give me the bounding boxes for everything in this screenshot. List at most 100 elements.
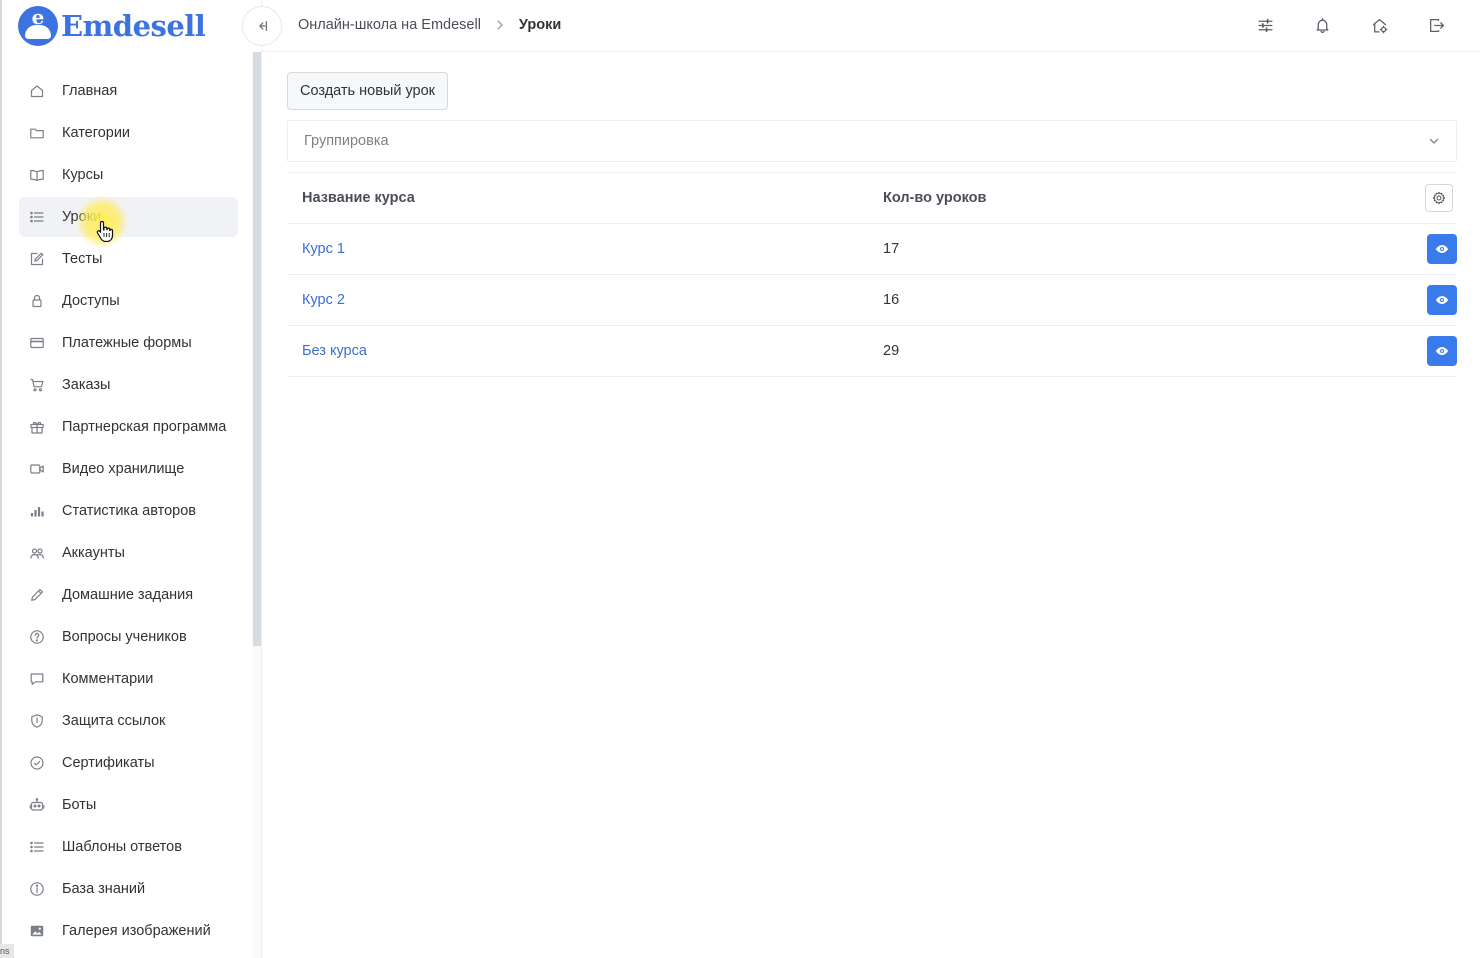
list-icon (29, 209, 45, 225)
settings-sliders-button[interactable] (1253, 13, 1277, 37)
certificate-icon (29, 755, 45, 771)
sidebar-item-label: Сертификаты (62, 755, 155, 771)
sidebar-item-image-gallery[interactable]: Галерея изображений (19, 911, 238, 951)
sidebar-item-label: Тесты (62, 251, 103, 267)
sidebar-item-home[interactable]: Главная (19, 71, 238, 111)
grouping-select[interactable]: Группировка (287, 120, 1457, 162)
logout-button[interactable] (1424, 13, 1448, 37)
breadcrumb-current: Уроки (518, 17, 562, 33)
pencil-icon (29, 587, 45, 603)
sidebar-item-video-storage[interactable]: Видео хранилище (19, 449, 238, 489)
course-name-link[interactable]: Курс 1 (302, 241, 345, 257)
logout-icon (1429, 18, 1444, 32)
sidebar-item-courses[interactable]: Курсы (19, 155, 238, 195)
course-name-link[interactable]: Курс 2 (302, 292, 345, 308)
comment-icon (29, 671, 45, 687)
table-row: Курс 1 17 (287, 224, 1457, 275)
users-icon (29, 545, 45, 561)
lock-icon (29, 293, 45, 309)
sidebar-item-author-stats[interactable]: Статистика авторов (19, 491, 238, 531)
eye-icon (1435, 245, 1449, 253)
list-icon (29, 839, 45, 855)
lesson-count: 29 (883, 343, 900, 359)
sidebar-nav: Главная Категории Курсы Уроки Тесты Доступы Пл… (19, 71, 238, 953)
sidebar-item-label: Доступы (62, 293, 120, 309)
sidebar-item-label: Комментарии (62, 671, 154, 687)
book-icon (29, 167, 45, 183)
sidebar-item-certificates[interactable]: Сертификаты (19, 743, 238, 783)
video-icon (29, 461, 45, 477)
sidebar-item-knowledge-base[interactable]: База знаний (19, 869, 238, 909)
sidebar-item-label: Боты (62, 797, 97, 813)
notifications-button[interactable] (1310, 13, 1334, 37)
sidebar-item-label: Аккаунты (62, 545, 125, 561)
sidebar-item-access[interactable]: Доступы (19, 281, 238, 321)
folder-icon (29, 125, 45, 141)
table-row: Курс 2 16 (287, 275, 1457, 326)
home-settings-icon (1372, 18, 1387, 33)
app-root: e Emdesell Главная Категории Курсы Уроки Тес… (0, 0, 1484, 958)
sidebar-item-label: Уроки (62, 209, 102, 225)
sidebar-item-orders[interactable]: Заказы (19, 365, 238, 405)
shield-icon (29, 713, 45, 729)
sidebar-item-affiliate[interactable]: Партнерская программа (19, 407, 238, 447)
sidebar-item-student-questions[interactable]: Вопросы учеников (19, 617, 238, 657)
logo-badge-icon: e (18, 6, 58, 46)
info-circle-icon (29, 881, 45, 897)
lesson-count: 16 (883, 292, 900, 308)
collapse-sidebar-button[interactable] (242, 6, 282, 46)
sidebar-item-bots[interactable]: Боты (19, 785, 238, 825)
sidebar-item-accounts[interactable]: Аккаунты (19, 533, 238, 573)
view-course-lessons-button[interactable] (1427, 285, 1457, 315)
lesson-count: 17 (883, 241, 900, 257)
sidebar-item-label: Вопросы учеников (62, 629, 187, 645)
gift-icon (29, 419, 45, 435)
sidebar-item-comments[interactable]: Комментарии (19, 659, 238, 699)
view-course-lessons-button[interactable] (1427, 234, 1457, 264)
sidebar-item-label: Статистика авторов (62, 503, 197, 519)
column-header-lesson-count[interactable]: Кол-во уроков (883, 190, 986, 206)
eye-icon (1435, 347, 1449, 355)
sidebar-item-categories[interactable]: Категории (19, 113, 238, 153)
table-row: Без курса 29 (287, 326, 1457, 377)
eye-icon (1435, 296, 1449, 304)
sidebar-scrollbar-thumb[interactable] (253, 52, 261, 646)
sidebar-item-label: Галерея изображений (62, 923, 211, 939)
gear-icon (1432, 191, 1446, 205)
sidebar-item-label: База знаний (62, 881, 146, 897)
grouping-placeholder: Группировка (304, 133, 389, 149)
chevron-down-icon (1428, 135, 1440, 147)
question-circle-icon (29, 629, 45, 645)
sidebar-item-homework[interactable]: Домашние задания (19, 575, 238, 615)
image-icon (29, 923, 45, 939)
sidebar-item-payment-forms[interactable]: Платежные формы (19, 323, 238, 363)
school-settings-button[interactable] (1367, 13, 1391, 37)
collapse-arrow-icon (259, 21, 267, 31)
edit-icon (29, 251, 45, 267)
chevron-right-icon (494, 19, 506, 31)
sidebar-item-label: Курсы (62, 167, 104, 183)
sidebar-item-lessons[interactable]: Уроки (19, 197, 238, 237)
column-header-course-name[interactable]: Название курса (302, 190, 415, 206)
header-actions (1220, 0, 1448, 50)
sidebar-item-label: Партнерская программа (62, 419, 227, 435)
top-header: Онлайн-школа на Emdesell Уроки (242, 0, 1480, 52)
sidebar-item-reply-templates[interactable]: Шаблоны ответов (19, 827, 238, 867)
credit-card-icon (29, 335, 45, 351)
breadcrumb-parent-link[interactable]: Онлайн-школа на Emdesell (298, 17, 481, 33)
brand-logo[interactable]: e Emdesell (18, 6, 206, 46)
home-icon (29, 83, 45, 99)
create-lesson-button[interactable]: Создать новый урок (287, 72, 449, 110)
sidebar-item-label: Домашние задания (62, 587, 194, 603)
cart-icon (29, 377, 45, 393)
view-course-lessons-button[interactable] (1427, 336, 1457, 366)
sidebar-item-label: Платежные формы (62, 335, 192, 351)
sidebar-item-tests[interactable]: Тесты (19, 239, 238, 279)
sliders-icon (1257, 18, 1273, 32)
course-name-link[interactable]: Без курса (302, 343, 367, 359)
bar-chart-icon (29, 503, 45, 519)
sidebar-item-link-protection[interactable]: Защита ссылок (19, 701, 238, 741)
corner-tag: ns (0, 944, 14, 958)
courses-table: Название курса Кол-во уроков Курс 1 17 Кур… (287, 172, 1457, 377)
table-settings-button[interactable] (1425, 184, 1453, 212)
